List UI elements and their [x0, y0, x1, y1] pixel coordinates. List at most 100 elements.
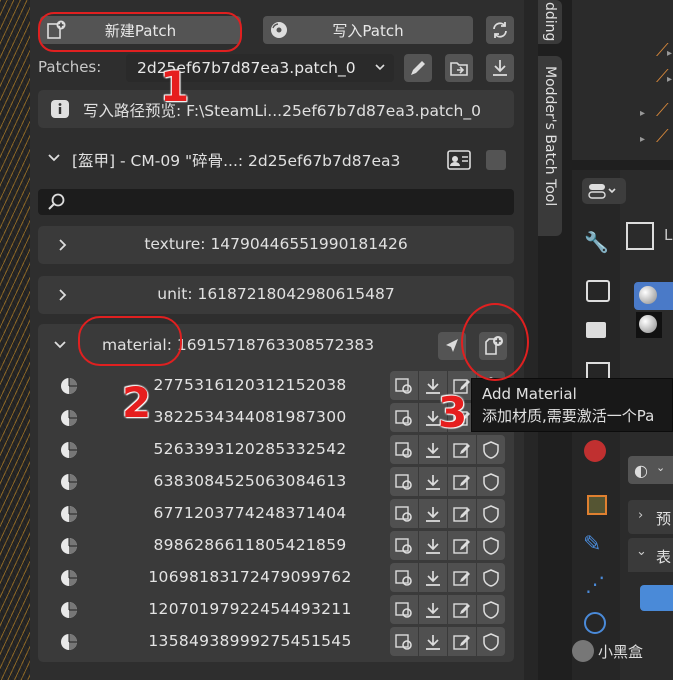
link-material-button[interactable] [390, 371, 418, 400]
link-material-button[interactable] [390, 499, 418, 528]
edit-material-button[interactable] [448, 467, 476, 496]
chevron-down-icon [374, 60, 386, 78]
refresh-icon [493, 22, 507, 38]
world-icon[interactable] [584, 440, 606, 462]
link-material-button[interactable] [390, 467, 418, 496]
material-sphere-icon [60, 505, 78, 523]
download-material-button[interactable] [419, 627, 447, 656]
link-material-button[interactable] [390, 531, 418, 560]
preview-panel-header[interactable]: › 预 [628, 500, 673, 534]
shield-icon[interactable] [477, 595, 505, 624]
material-sphere-icon [60, 537, 78, 555]
download-material-button[interactable] [419, 563, 447, 592]
edit-material-button[interactable] [448, 531, 476, 560]
select-box-icon [626, 222, 654, 250]
tab-batch-tool[interactable]: Modder's Batch Tool [538, 56, 562, 236]
editor-type-dropdown[interactable] [582, 178, 626, 204]
edit-material-button[interactable] [448, 563, 476, 592]
material-row: 13584938999275451545 [40, 626, 514, 658]
material-row-actions [390, 467, 505, 496]
preview-label: 预 [656, 510, 672, 528]
sphere-icon [639, 286, 657, 304]
material-sphere-icon: ◐ [634, 461, 648, 480]
texture-section[interactable]: texture: 14790446551990181426 [38, 226, 514, 264]
physics-icon[interactable] [584, 612, 606, 634]
output-icon[interactable] [586, 322, 606, 338]
folder-arrow-icon [450, 62, 468, 76]
link-material-button[interactable] [390, 595, 418, 624]
tab-batch-tool-label: Modder's Batch Tool [542, 66, 558, 207]
material-row: 5263393120285332542 [40, 434, 514, 466]
outliner-fragment: ▸ ▸ ▸ ▸ ⟋ ⟋ ⟋ ⟋ [572, 0, 673, 160]
bone-icon: ⟋ [656, 40, 669, 61]
annotation-number-3: 3 [438, 388, 468, 437]
download-material-button[interactable] [419, 435, 447, 464]
edit-material-button[interactable] [448, 499, 476, 528]
shield-icon[interactable] [477, 435, 505, 464]
modifier-wrench-icon[interactable]: ✎ [583, 532, 601, 557]
link-material-button[interactable] [390, 435, 418, 464]
right-l-label: L [664, 226, 673, 244]
path-preview-box: 写入路径预览: F:\SteamLi...25ef67b7d87ea3.patc… [38, 90, 514, 128]
write-patch-button[interactable]: 写入Patch [263, 16, 473, 44]
watermark-text: 小黑盒 [598, 643, 644, 661]
watermark: 小黑盒 [572, 638, 673, 666]
surface-toggle-button[interactable] [640, 585, 673, 611]
download-material-button[interactable] [419, 499, 447, 528]
tab-modding-label: dding [542, 2, 558, 42]
info-icon [50, 99, 70, 123]
material-row-actions [390, 563, 505, 592]
3d-viewport[interactable] [0, 0, 30, 680]
id-card-icon [447, 150, 471, 170]
material-slot-selected[interactable] [634, 282, 673, 310]
material-row-actions [390, 435, 505, 464]
write-patch-label: 写入Patch [332, 21, 404, 40]
render-icon[interactable] [586, 280, 610, 302]
download-material-button[interactable] [419, 595, 447, 624]
watermark-logo-icon [572, 640, 594, 662]
shield-icon[interactable] [477, 531, 505, 560]
unit-section[interactable]: unit: 16187218042980615487 [38, 276, 514, 314]
surface-panel-header[interactable]: ⌄ 表 [628, 538, 673, 572]
download-button[interactable] [486, 54, 514, 82]
material-id: 13584938999275451545 [148, 632, 352, 650]
material-browse-dropdown[interactable]: ◐ ⌄ [628, 456, 673, 484]
material-id: 6383084525063084613 [153, 472, 347, 490]
shield-icon[interactable] [477, 627, 505, 656]
tab-modding[interactable]: dding [538, 0, 562, 44]
edit-material-button[interactable] [448, 595, 476, 624]
search-bar[interactable] [38, 189, 514, 215]
material-slot[interactable] [636, 312, 662, 338]
material-sphere-icon [60, 441, 78, 459]
tooltip: Add Material 添加材质,需要激活一个Pa [471, 378, 673, 432]
refresh-button[interactable] [486, 16, 514, 44]
entry-collapse-icon[interactable] [47, 151, 61, 169]
tool-icon[interactable]: 🔧 [584, 230, 609, 254]
link-material-button[interactable] [390, 627, 418, 656]
edit-patch-button[interactable] [404, 54, 432, 82]
chevron-right-icon: › [638, 508, 644, 523]
shield-icon[interactable] [477, 499, 505, 528]
bone-icon: ⟋ [656, 126, 669, 147]
link-material-button[interactable] [390, 563, 418, 592]
link-material-button[interactable] [390, 403, 418, 432]
download-material-button[interactable] [419, 467, 447, 496]
material-sphere-icon [60, 569, 78, 587]
download-material-button[interactable] [419, 531, 447, 560]
shield-icon[interactable] [477, 563, 505, 592]
material-row: 10698183172479099762 [40, 562, 514, 594]
annotation-ring-new-patch [38, 12, 242, 52]
particles-icon[interactable]: ⋰ [585, 572, 605, 596]
material-sphere-icon [60, 633, 78, 651]
open-folder-button[interactable] [445, 54, 473, 82]
entry-checkbox[interactable] [486, 150, 506, 170]
chevron-down-icon: ⌄ [636, 544, 647, 559]
edit-material-button[interactable] [448, 435, 476, 464]
search-icon [47, 192, 67, 216]
id-card-button[interactable] [446, 148, 472, 172]
chevron-down-icon[interactable] [53, 338, 67, 356]
edit-material-button[interactable] [448, 627, 476, 656]
object-icon[interactable] [587, 495, 607, 515]
shield-icon[interactable] [477, 467, 505, 496]
search-input[interactable] [74, 191, 508, 213]
